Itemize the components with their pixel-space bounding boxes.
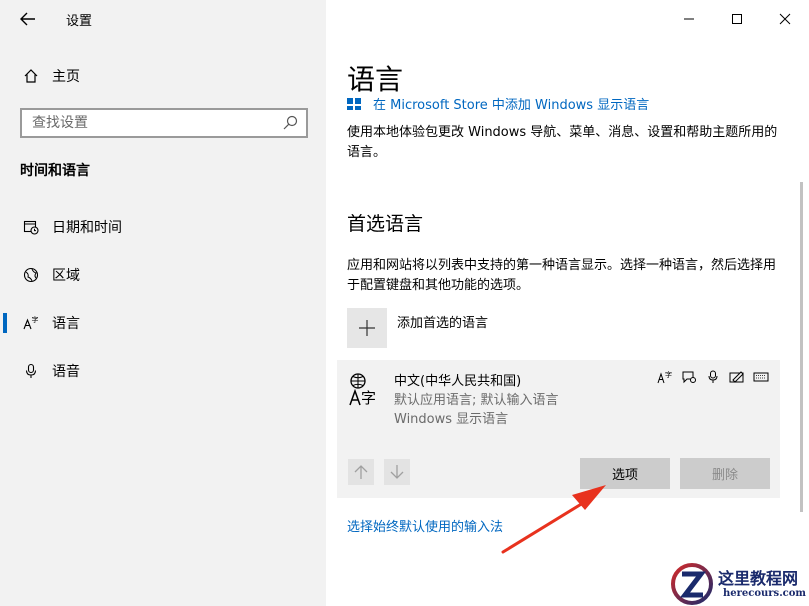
app-title: 设置	[66, 14, 93, 29]
arrow-down-icon	[390, 465, 404, 479]
sidebar-item-label: 区域	[52, 268, 80, 284]
language-features: 字	[656, 369, 770, 385]
default-input-method-link[interactable]: 选择始终默认使用的输入法	[347, 516, 503, 535]
close-button[interactable]	[761, 0, 809, 38]
minimize-button[interactable]	[665, 0, 713, 38]
svg-text:字: 字	[665, 370, 672, 379]
arrow-up-icon	[354, 465, 368, 479]
minimize-icon	[684, 18, 694, 20]
add-language-label: 添加首选的语言	[397, 316, 489, 331]
move-down-button[interactable]	[384, 459, 410, 485]
scrollbar[interactable]	[800, 182, 803, 512]
text-to-speech-icon	[680, 369, 698, 385]
preferred-languages-description: 应用和网站将以列表中支持的第一种语言显示。选择一种语言，然后选择用于配置键盘和其…	[347, 258, 777, 293]
search-box[interactable]	[20, 108, 308, 138]
options-button[interactable]: 选项	[580, 458, 670, 489]
settings-window: 设置 主页 时间和语言 日期和时间	[0, 0, 809, 606]
plus-icon	[347, 308, 387, 348]
store-link[interactable]: 在 Microsoft Store 中添加 Windows 显示语言	[347, 96, 649, 110]
language-name: 中文(中华人民共和国)	[394, 374, 522, 389]
language-card[interactable]: 字 中文(中华人民共和国) 默认应用语言; 默认输入语言 Windows 显示语…	[337, 360, 780, 498]
sidebar-item-date-time[interactable]: 日期和时间	[0, 207, 326, 247]
main-content: 语言 在 Microsoft Store 中添加 Windows 显示语言 使用…	[326, 0, 809, 606]
window-controls	[665, 0, 809, 38]
sidebar-item-home[interactable]: 主页	[14, 62, 314, 90]
windows-store-icon	[347, 98, 361, 110]
sidebar-item-label: 主页	[52, 69, 80, 85]
language-detail: Windows 显示语言	[394, 412, 509, 427]
svg-text:字: 字	[361, 389, 376, 406]
remove-button[interactable]: 删除	[680, 458, 770, 489]
sidebar-item-label: 日期和时间	[52, 220, 122, 236]
keyboard-icon	[752, 369, 770, 385]
sidebar-item-language[interactable]: 字 语言	[0, 303, 326, 343]
section-title: 时间和语言	[20, 163, 90, 179]
handwriting-icon	[728, 369, 746, 385]
microphone-icon	[20, 360, 42, 382]
language-description: 使用本地体验包更改 Windows 导航、菜单、消息、设置和帮助主题所用的语言。	[347, 125, 778, 160]
watermark-title: 这里教程网	[718, 569, 799, 588]
close-icon	[779, 13, 791, 25]
maximize-icon	[732, 14, 742, 24]
back-button[interactable]	[14, 6, 42, 32]
language-icon: 字	[20, 312, 42, 334]
search-input[interactable]	[22, 115, 272, 131]
language-glyph-icon: 字	[349, 373, 376, 406]
move-up-button[interactable]	[348, 459, 374, 485]
store-link-label: 在 Microsoft Store 中添加 Windows 显示语言	[373, 97, 650, 111]
calendar-clock-icon	[20, 216, 42, 238]
sidebar-item-label: 语音	[52, 364, 80, 380]
preferred-languages-title: 首选语言	[347, 213, 424, 235]
language-detail: 默认应用语言; 默认输入语言	[394, 393, 559, 408]
home-icon	[20, 65, 42, 87]
svg-text:字: 字	[32, 315, 39, 324]
microphone-icon	[704, 369, 722, 385]
globe-icon	[20, 264, 42, 286]
maximize-button[interactable]	[713, 0, 761, 38]
add-language-button[interactable]: 添加首选的语言	[347, 308, 488, 350]
watermark-url: herecours.com	[723, 588, 807, 599]
sidebar: 设置 主页 时间和语言 日期和时间	[0, 0, 326, 606]
page-title: 语言	[347, 63, 404, 96]
display-language-icon: 字	[656, 369, 674, 385]
search-icon[interactable]	[282, 115, 298, 131]
sidebar-item-speech[interactable]: 语音	[0, 351, 326, 391]
back-arrow-icon	[20, 12, 35, 26]
sidebar-item-label: 语言	[52, 316, 80, 332]
sidebar-item-region[interactable]: 区域	[0, 255, 326, 295]
